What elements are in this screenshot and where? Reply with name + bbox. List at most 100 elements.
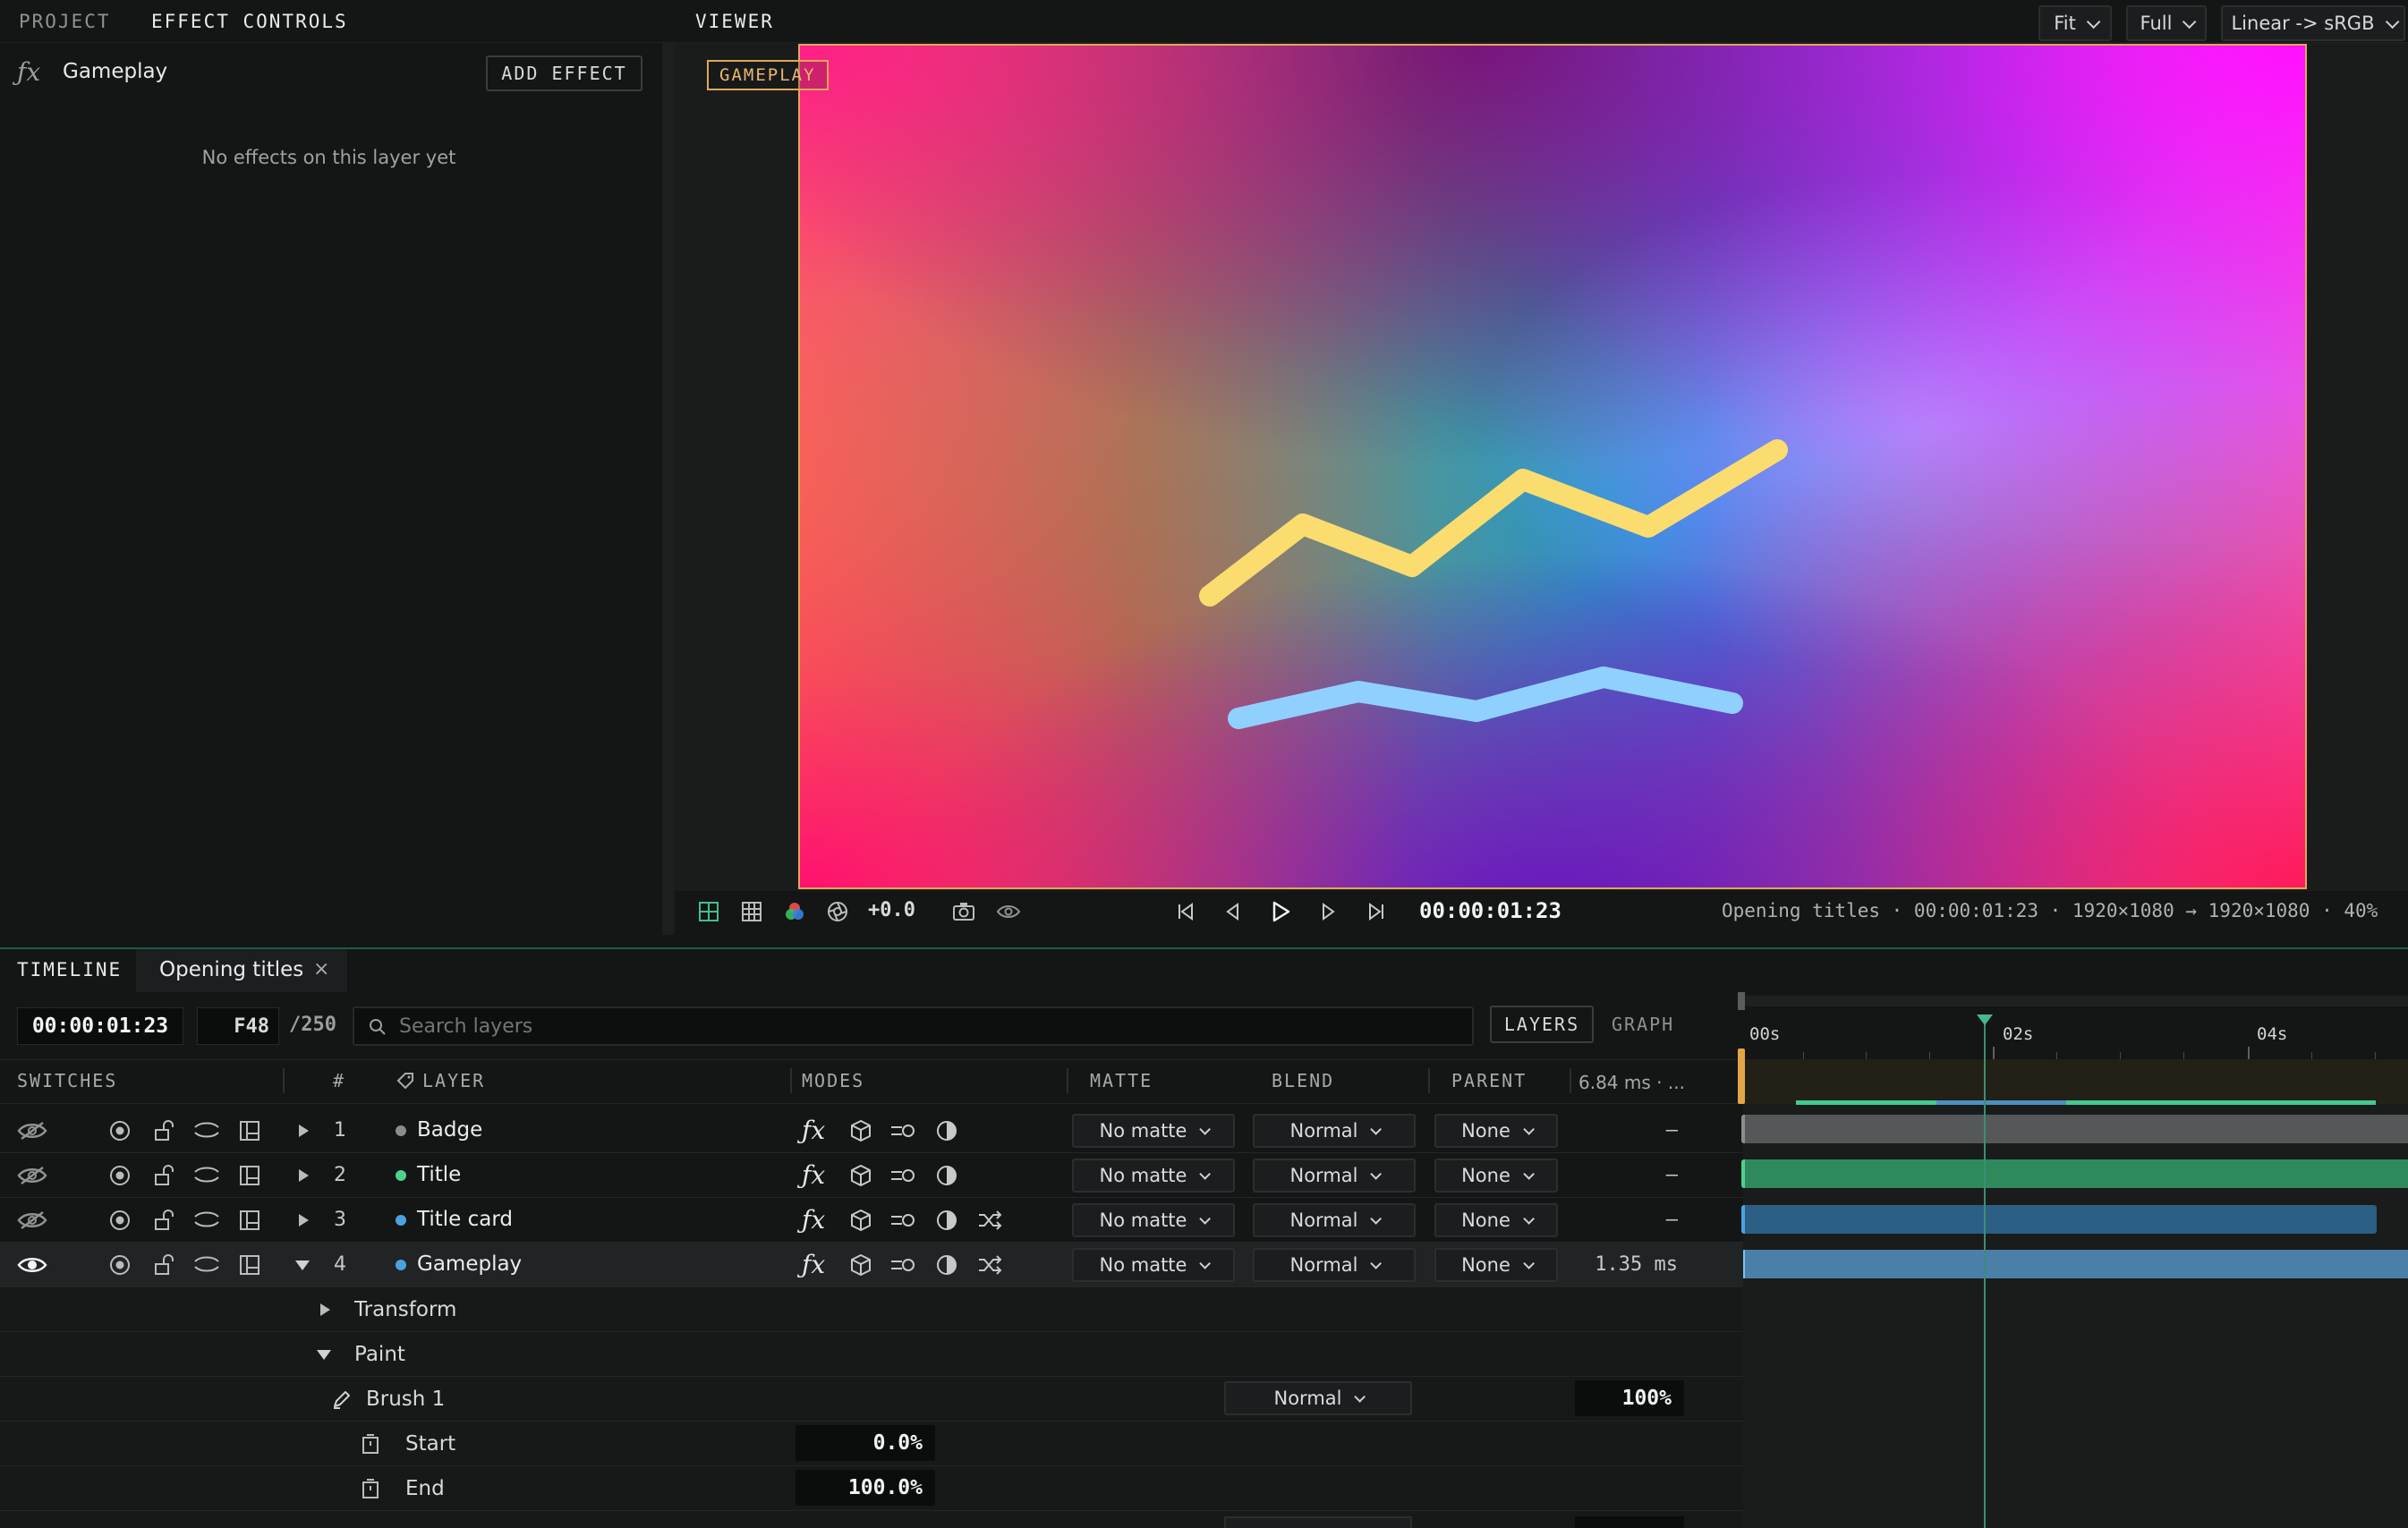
viewer-canvas[interactable] [798,44,2307,889]
track-bar-title-card[interactable] [1741,1205,2377,1234]
skip-to-start-icon[interactable] [1173,900,1198,923]
tab-project[interactable]: PROJECT [19,11,111,32]
step-forward-icon[interactable] [1317,900,1340,923]
search-input[interactable] [399,1014,1455,1039]
eye-hidden-icon[interactable] [16,1115,48,1147]
playhead-handle[interactable] [1977,1014,1993,1025]
matte-dropdown[interactable]: No matte [1072,1203,1235,1237]
brush-blend-dropdown[interactable]: Normal [1224,1381,1412,1415]
sub-row-start[interactable]: Start 0.0% [0,1422,1743,1466]
tab-viewer[interactable]: VIEWER [695,11,774,32]
parent-dropdown[interactable]: None [1434,1248,1558,1282]
work-area-start-marker[interactable] [1738,992,1745,1010]
eye-hidden-icon[interactable] [16,1159,48,1192]
motion-blur-icon[interactable] [887,1115,919,1147]
motion-blur-icon[interactable] [887,1159,919,1192]
eye-hidden-icon[interactable] [16,1204,48,1236]
grid-icon[interactable] [740,900,763,923]
close-tab-icon[interactable]: × [313,958,329,980]
show-snapshot-eye-icon[interactable] [995,900,1022,923]
aperture-icon[interactable] [826,900,849,923]
partial-dropdown[interactable] [1224,1516,1412,1528]
matte-dropdown[interactable]: No matte [1072,1248,1235,1282]
adjustment-layer-icon[interactable] [931,1115,963,1147]
collapse-paint-icon[interactable] [317,1350,331,1360]
snapshot-camera-icon[interactable] [951,900,976,923]
fx-toggle-icon[interactable]: ƒx [802,1250,825,1279]
layer-name[interactable]: Title card [417,1208,513,1231]
layer-row[interactable]: 2 Title ƒx No matte Normal None – [0,1153,1743,1198]
viewer-timecode[interactable]: 00:00:01:23 [1419,898,1561,923]
brush-opacity-field[interactable]: 100% [1575,1380,1684,1416]
lock-icon[interactable] [149,1115,181,1147]
sub-row-paint[interactable]: Paint [0,1332,1743,1377]
exposure-value[interactable]: +0.0 [868,899,915,921]
frame-field[interactable]: F48 [197,1007,279,1045]
play-icon[interactable] [1267,898,1294,925]
shuffle-icon[interactable] [974,1204,1007,1236]
blend-dropdown[interactable]: Normal [1253,1114,1416,1148]
colorspace-dropdown[interactable]: Linear -> sRGB [2221,5,2405,41]
solo-icon[interactable] [104,1159,136,1192]
timeline-timecode[interactable]: 00:00:01:23 [17,1007,183,1045]
parent-dropdown[interactable]: None [1434,1159,1558,1193]
track-bar-gameplay[interactable] [1741,1250,2408,1278]
layer-name[interactable]: Title [417,1163,461,1186]
expand-layer-icon[interactable] [299,1169,309,1182]
safe-area-icon[interactable] [697,900,720,923]
motion-blur-icon[interactable] [887,1204,919,1236]
3d-cube-icon[interactable] [845,1159,877,1192]
shy-icon[interactable] [191,1249,223,1281]
3d-cube-icon[interactable] [845,1115,877,1147]
collapse-layer-icon[interactable] [295,1261,310,1270]
adjustment-layer-icon[interactable] [931,1204,963,1236]
stopwatch-icon[interactable] [360,1478,381,1499]
layers-view-button[interactable]: LAYERS [1490,1006,1594,1043]
adjustment-layer-icon[interactable] [931,1159,963,1192]
solo-icon[interactable] [104,1249,136,1281]
parent-dropdown[interactable]: None [1434,1203,1558,1237]
layer-row[interactable]: 1 Badge ƒx No matte Normal None – [0,1108,1743,1153]
adjustment-layer-icon[interactable] [931,1249,963,1281]
layer-color-dot[interactable] [396,1260,406,1270]
frame-blend-icon[interactable] [234,1249,266,1281]
sub-row-transform[interactable]: Transform [0,1287,1743,1332]
3d-cube-icon[interactable] [845,1204,877,1236]
layer-color-dot[interactable] [396,1215,406,1226]
sub-row-end[interactable]: End 100.0% [0,1466,1743,1511]
search-layers-box[interactable] [353,1006,1474,1046]
frame-blend-icon[interactable] [234,1159,266,1192]
in-point-marker[interactable] [1738,1048,1745,1104]
graph-view-button[interactable]: GRAPH [1612,1014,1674,1035]
track-bar-badge[interactable] [1741,1115,2408,1143]
fit-dropdown[interactable]: Fit [2038,5,2112,41]
fx-toggle-icon[interactable]: ƒx [802,1205,825,1235]
eye-icon[interactable] [16,1249,48,1281]
matte-dropdown[interactable]: No matte [1072,1159,1235,1193]
track-bar-title[interactable] [1741,1159,2408,1188]
blend-dropdown[interactable]: Normal [1253,1248,1416,1282]
step-back-icon[interactable] [1221,900,1244,923]
start-value-field[interactable]: 0.0% [796,1425,935,1461]
solo-icon[interactable] [104,1204,136,1236]
work-area-bar[interactable] [1745,996,2408,1006]
frame-blend-icon[interactable] [234,1115,266,1147]
color-channels-icon[interactable] [783,900,806,923]
lock-icon[interactable] [149,1249,181,1281]
add-effect-button[interactable]: ADD EFFECT [486,55,642,91]
tab-effect-controls[interactable]: EFFECT CONTROLS [151,11,348,32]
layer-color-dot[interactable] [396,1125,406,1136]
fx-toggle-icon[interactable]: ƒx [802,1116,825,1145]
blend-dropdown[interactable]: Normal [1253,1203,1416,1237]
lock-icon[interactable] [149,1204,181,1236]
fx-toggle-icon[interactable]: ƒx [802,1160,825,1190]
partial-value-field[interactable] [1575,1516,1684,1528]
expand-transform-icon[interactable] [320,1303,330,1316]
blend-dropdown[interactable]: Normal [1253,1159,1416,1193]
solo-icon[interactable] [104,1115,136,1147]
matte-dropdown[interactable]: No matte [1072,1114,1235,1148]
tab-timeline[interactable]: TIMELINE [17,959,122,980]
skip-to-end-icon[interactable] [1364,900,1389,923]
resolution-dropdown[interactable]: Full [2126,5,2207,41]
shy-icon[interactable] [191,1204,223,1236]
